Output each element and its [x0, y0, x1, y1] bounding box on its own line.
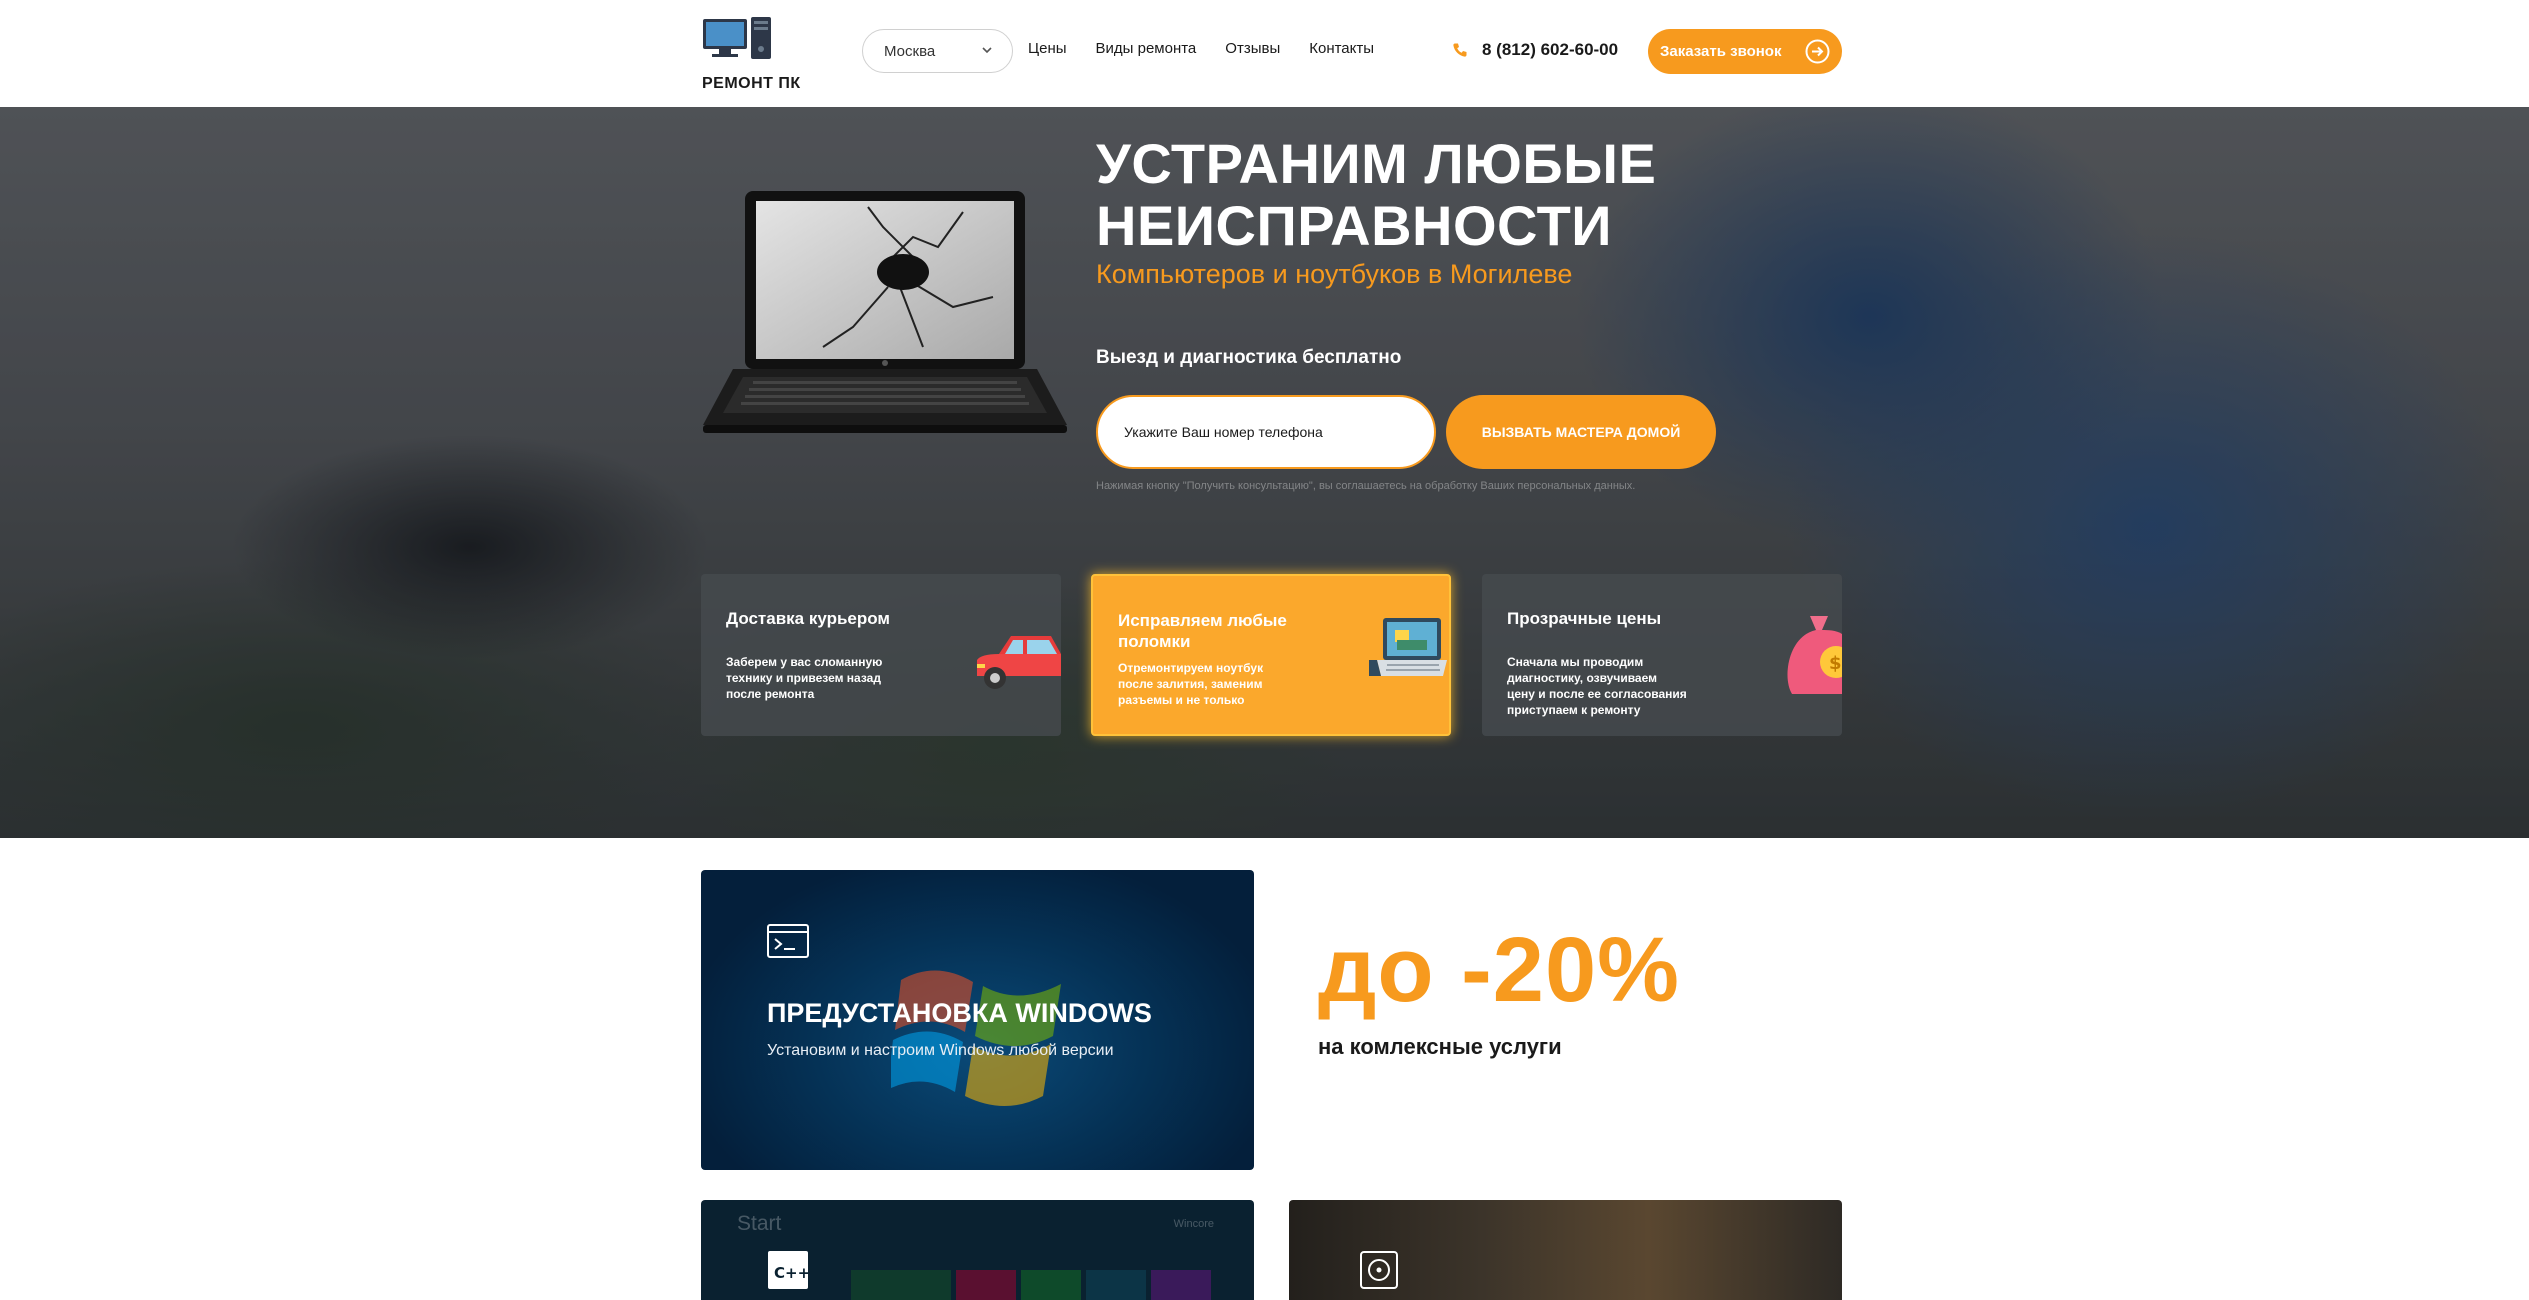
callback-button[interactable]: Заказать звонок: [1648, 29, 1842, 74]
site-header: РЕМОНТ ПК Москва Цены Виды ремонта Отзыв…: [0, 0, 2529, 107]
logo[interactable]: РЕМОНТ ПК: [700, 17, 810, 97]
city-select[interactable]: Москва: [862, 29, 1013, 73]
nav-contacts[interactable]: Контакты: [1309, 40, 1374, 57]
broken-laptop-image: [703, 191, 1067, 433]
callback-label: Заказать звонок: [1660, 43, 1782, 60]
cpp-icon: C++: [768, 1251, 809, 1289]
feature-text: Сначала мы проводим диагностику, озвучив…: [1507, 655, 1687, 717]
feature-card-delivery[interactable]: Доставка курьером Заберем у вас сломанну…: [701, 574, 1061, 736]
chevron-down-icon: [982, 47, 992, 54]
arrow-right-icon: [1805, 39, 1830, 64]
city-value: Москва: [884, 43, 936, 60]
money-bag-icon: $: [1787, 616, 1842, 694]
service-card-programs[interactable]: Start Wincore C++: [701, 1200, 1254, 1300]
service-title: ПРЕДУСТАНОВКА WINDOWS: [767, 998, 1152, 1028]
hero-section: УСТРАНИМ ЛЮБЫЕ НЕИСПРАВНОСТИ Компьютеров…: [0, 107, 2529, 838]
hero-title-line2: НЕИСПРАВНОСТИ: [1096, 194, 1613, 257]
phone-input[interactable]: [1096, 395, 1436, 469]
service-subtitle: Установим и настроим Windows любой верси…: [767, 1042, 1114, 1059]
hero-note: Выезд и диагностика бесплатно: [1096, 347, 1402, 368]
laptop-repair-icon: [1369, 618, 1447, 676]
service-card-windows[interactable]: ПРЕДУСТАНОВКА WINDOWS Установим и настро…: [701, 870, 1254, 1170]
terminal-icon: [767, 924, 809, 958]
call-master-button[interactable]: ВЫЗВАТЬ МАСТЕРА ДОМОЙ: [1446, 395, 1716, 469]
phone-icon: [1453, 43, 1467, 57]
feature-text: Отремонтируем ноутбук после залития, зам…: [1118, 661, 1264, 707]
windows-logo-icon: [891, 970, 1061, 1106]
phone-number[interactable]: 8 (812) 602-60-00: [1482, 40, 1618, 60]
logo-text: РЕМОНТ ПК: [702, 75, 801, 92]
hero-subtitle: Компьютеров и ноутбуков в Могилеве: [1096, 259, 1573, 289]
discount-value: до -20%: [1318, 919, 1680, 1021]
car-icon: [977, 636, 1061, 689]
main-nav: Цены Виды ремонта Отзывы Контакты: [1028, 40, 1403, 57]
feature-title: Доставка курьером: [726, 609, 890, 628]
hero-title: УСТРАНИМ ЛЮБЫЕ НЕИСПРАВНОСТИ: [1096, 133, 1656, 257]
hero-title-line1: УСТРАНИМ ЛЮБЫЕ: [1096, 132, 1657, 195]
discount-caption: на комлексные услуги: [1318, 1034, 1562, 1059]
svg-text:$: $: [1829, 653, 1842, 674]
computer-icon: [703, 17, 771, 59]
service-card-hardware[interactable]: [1289, 1200, 1842, 1300]
nav-prices[interactable]: Цены: [1028, 40, 1067, 57]
nav-reviews[interactable]: Отзывы: [1225, 40, 1280, 57]
feature-title: Прозрачные цены: [1507, 609, 1662, 628]
cpp-label: C++: [774, 1264, 809, 1282]
hard-drive-icon: [1360, 1251, 1398, 1289]
nav-repair-types[interactable]: Виды ремонта: [1096, 40, 1197, 57]
user-label: Wincore: [1173, 1218, 1214, 1230]
start-label: Start: [737, 1212, 782, 1235]
feature-text: Заберем у вас сломанную технику и привез…: [726, 655, 883, 701]
feature-title: Исправляем любые поломки: [1118, 611, 1287, 651]
feature-card-prices[interactable]: Прозрачные цены Сначала мы проводим диаг…: [1482, 574, 1842, 736]
start-tiles: [851, 1270, 1211, 1300]
consent-text: Нажимая кнопку "Получить консультацию", …: [1096, 480, 1636, 492]
feature-card-repair[interactable]: Исправляем любые поломки Отремонтируем н…: [1091, 574, 1451, 736]
